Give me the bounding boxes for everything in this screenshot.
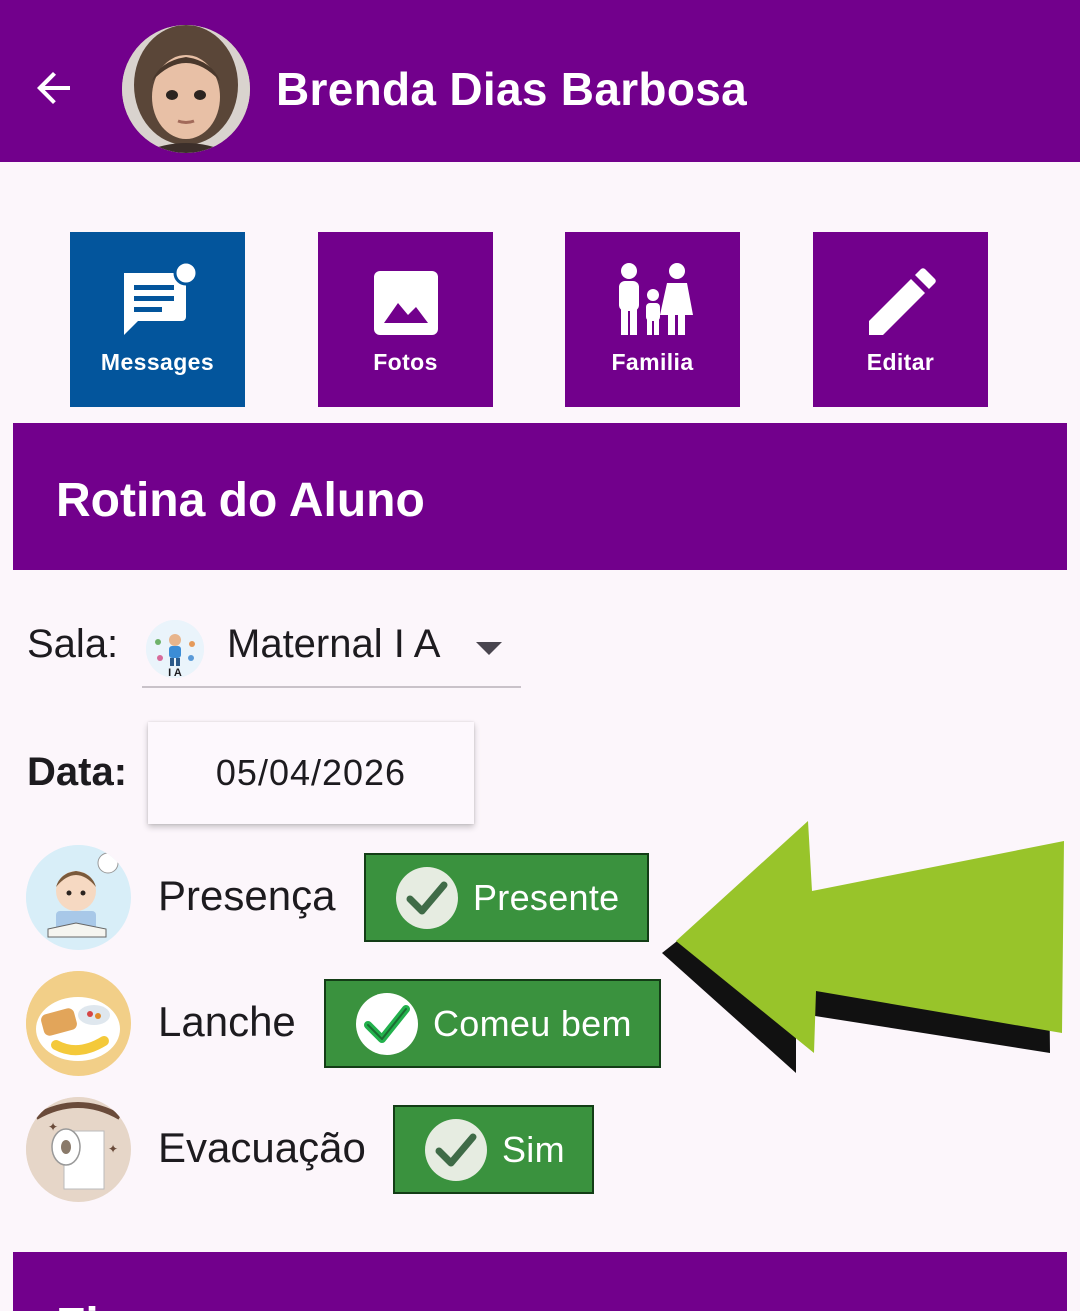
svg-text:✦: ✦ <box>48 1120 58 1134</box>
classroom-icon-text: I A <box>168 667 182 678</box>
lanche-status-button[interactable]: Comeu bem <box>324 979 661 1068</box>
arrow-back-icon <box>37 72 70 104</box>
evacuacao-status: Sim <box>502 1129 565 1170</box>
lanche-label: Lanche <box>158 998 296 1045</box>
messages-label: Messages <box>100 349 215 375</box>
photos-label: Fotos <box>373 349 438 375</box>
data-label: Data: <box>27 750 128 794</box>
evacuacao-label: Evacuação <box>158 1124 366 1171</box>
presenca-label: Presença <box>158 872 336 919</box>
date-field[interactable]: 05/04/2026 <box>148 722 474 824</box>
student-reading-icon <box>26 845 131 950</box>
family-icon <box>618 263 693 335</box>
next-section-header: Fi... <box>13 1252 1067 1311</box>
classroom-icon: I A <box>146 620 204 679</box>
dropdown-caret-icon <box>476 642 502 655</box>
check-icon <box>396 867 458 929</box>
photo-icon <box>373 271 438 335</box>
edit-label: Editar <box>866 349 935 375</box>
app-bar: Brenda Dias Barbosa <box>0 0 1080 162</box>
routine-section-header: Rotina do Aluno <box>13 423 1067 570</box>
presenca-status: Presente <box>473 877 620 918</box>
student-name: Brenda Dias Barbosa <box>276 63 747 115</box>
next-section-title: Fi... <box>56 1298 139 1311</box>
check-icon <box>356 993 418 1055</box>
edit-button[interactable]: Editar <box>813 232 988 407</box>
back-button[interactable] <box>22 56 86 120</box>
sala-label: Sala: <box>27 622 119 666</box>
evacuacao-status-button[interactable]: Sim <box>393 1105 594 1194</box>
family-button[interactable]: Familia <box>565 232 740 407</box>
sala-value: Maternal I A <box>227 622 441 666</box>
family-label: Familia <box>611 349 694 375</box>
svg-text:✦: ✦ <box>108 1142 118 1156</box>
sala-dropdown[interactable]: I A Maternal I A <box>142 610 521 688</box>
annotation-arrow-icon <box>662 821 1064 1073</box>
presenca-status-button[interactable]: Presente <box>364 853 649 942</box>
avatar <box>122 25 250 153</box>
toilet-paper-icon: ✦ ✦ <box>26 1097 131 1202</box>
routine-section-title: Rotina do Aluno <box>56 474 425 527</box>
edit-icon <box>868 268 936 335</box>
check-icon <box>425 1119 487 1181</box>
photos-button[interactable]: Fotos <box>318 232 493 407</box>
messages-button[interactable]: Messages <box>70 232 245 407</box>
messages-icon <box>123 261 198 335</box>
breakfast-plate-icon <box>26 971 131 1076</box>
lanche-status: Comeu bem <box>433 1003 632 1044</box>
